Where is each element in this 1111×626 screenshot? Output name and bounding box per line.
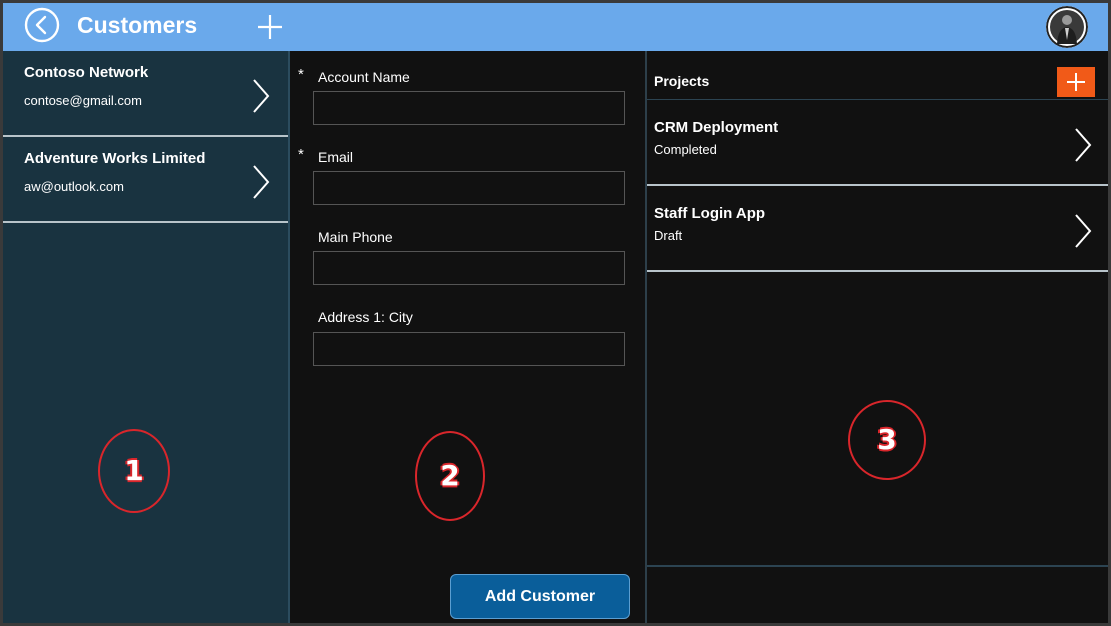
main-phone-label: Main Phone <box>318 229 393 245</box>
city-input[interactable] <box>313 332 625 366</box>
project-list-item[interactable]: Staff Login App Draft <box>647 186 1108 272</box>
app-window: Customers Contoso Network contose@gmail.… <box>0 0 1111 626</box>
customer-list-item[interactable]: Adventure Works Limited aw@outlook.com <box>3 137 288 223</box>
email-label: Email <box>318 149 354 165</box>
back-arrow-circle-icon[interactable] <box>24 7 60 43</box>
projects-panel: Projects CRM Deployment Completed Staff … <box>647 51 1108 623</box>
email-field[interactable] <box>313 171 625 205</box>
city-label: Address 1: City <box>318 309 413 325</box>
plus-icon <box>1067 73 1085 91</box>
project-status: Draft <box>654 228 683 243</box>
customer-name: Contoso Network <box>24 64 149 81</box>
customer-name: Adventure Works Limited <box>24 150 206 167</box>
add-project-button[interactable] <box>1057 67 1095 97</box>
account-name-label: Account Name <box>318 69 410 85</box>
plus-icon[interactable] <box>257 14 283 40</box>
user-avatar-icon[interactable] <box>1046 6 1088 48</box>
chevron-right-icon[interactable] <box>1073 213 1093 249</box>
divider <box>647 565 1108 567</box>
add-customer-button[interactable]: Add Customer <box>450 574 630 619</box>
chevron-right-icon[interactable] <box>1073 127 1093 163</box>
header-bar: Customers <box>3 3 1108 52</box>
customer-email: contose@gmail.com <box>24 93 142 108</box>
projects-header: Projects <box>647 51 1108 100</box>
annotation-marker-2: 2 <box>415 431 485 521</box>
account-name-input[interactable] <box>313 91 625 125</box>
required-marker: * <box>298 146 304 163</box>
annotation-marker-3: 3 <box>848 400 926 480</box>
required-marker: * <box>298 66 304 83</box>
annotation-marker-1: 1 <box>98 429 170 513</box>
customer-list-item[interactable]: Contoso Network contose@gmail.com <box>3 51 288 137</box>
customers-list-panel: Contoso Network contose@gmail.com Advent… <box>3 51 290 623</box>
projects-title: Projects <box>654 73 710 89</box>
customer-email: aw@outlook.com <box>24 179 124 194</box>
chevron-right-icon[interactable] <box>251 164 271 200</box>
project-name: CRM Deployment <box>654 119 779 136</box>
chevron-right-icon[interactable] <box>251 78 271 114</box>
page-title: Customers <box>77 12 198 38</box>
project-list-item[interactable]: CRM Deployment Completed <box>647 100 1108 186</box>
project-status: Completed <box>654 142 717 157</box>
project-name: Staff Login App <box>654 205 766 222</box>
customer-form-panel: * Account Name * Email Main Phone Addres… <box>290 51 647 623</box>
main-phone-input[interactable] <box>313 251 625 285</box>
